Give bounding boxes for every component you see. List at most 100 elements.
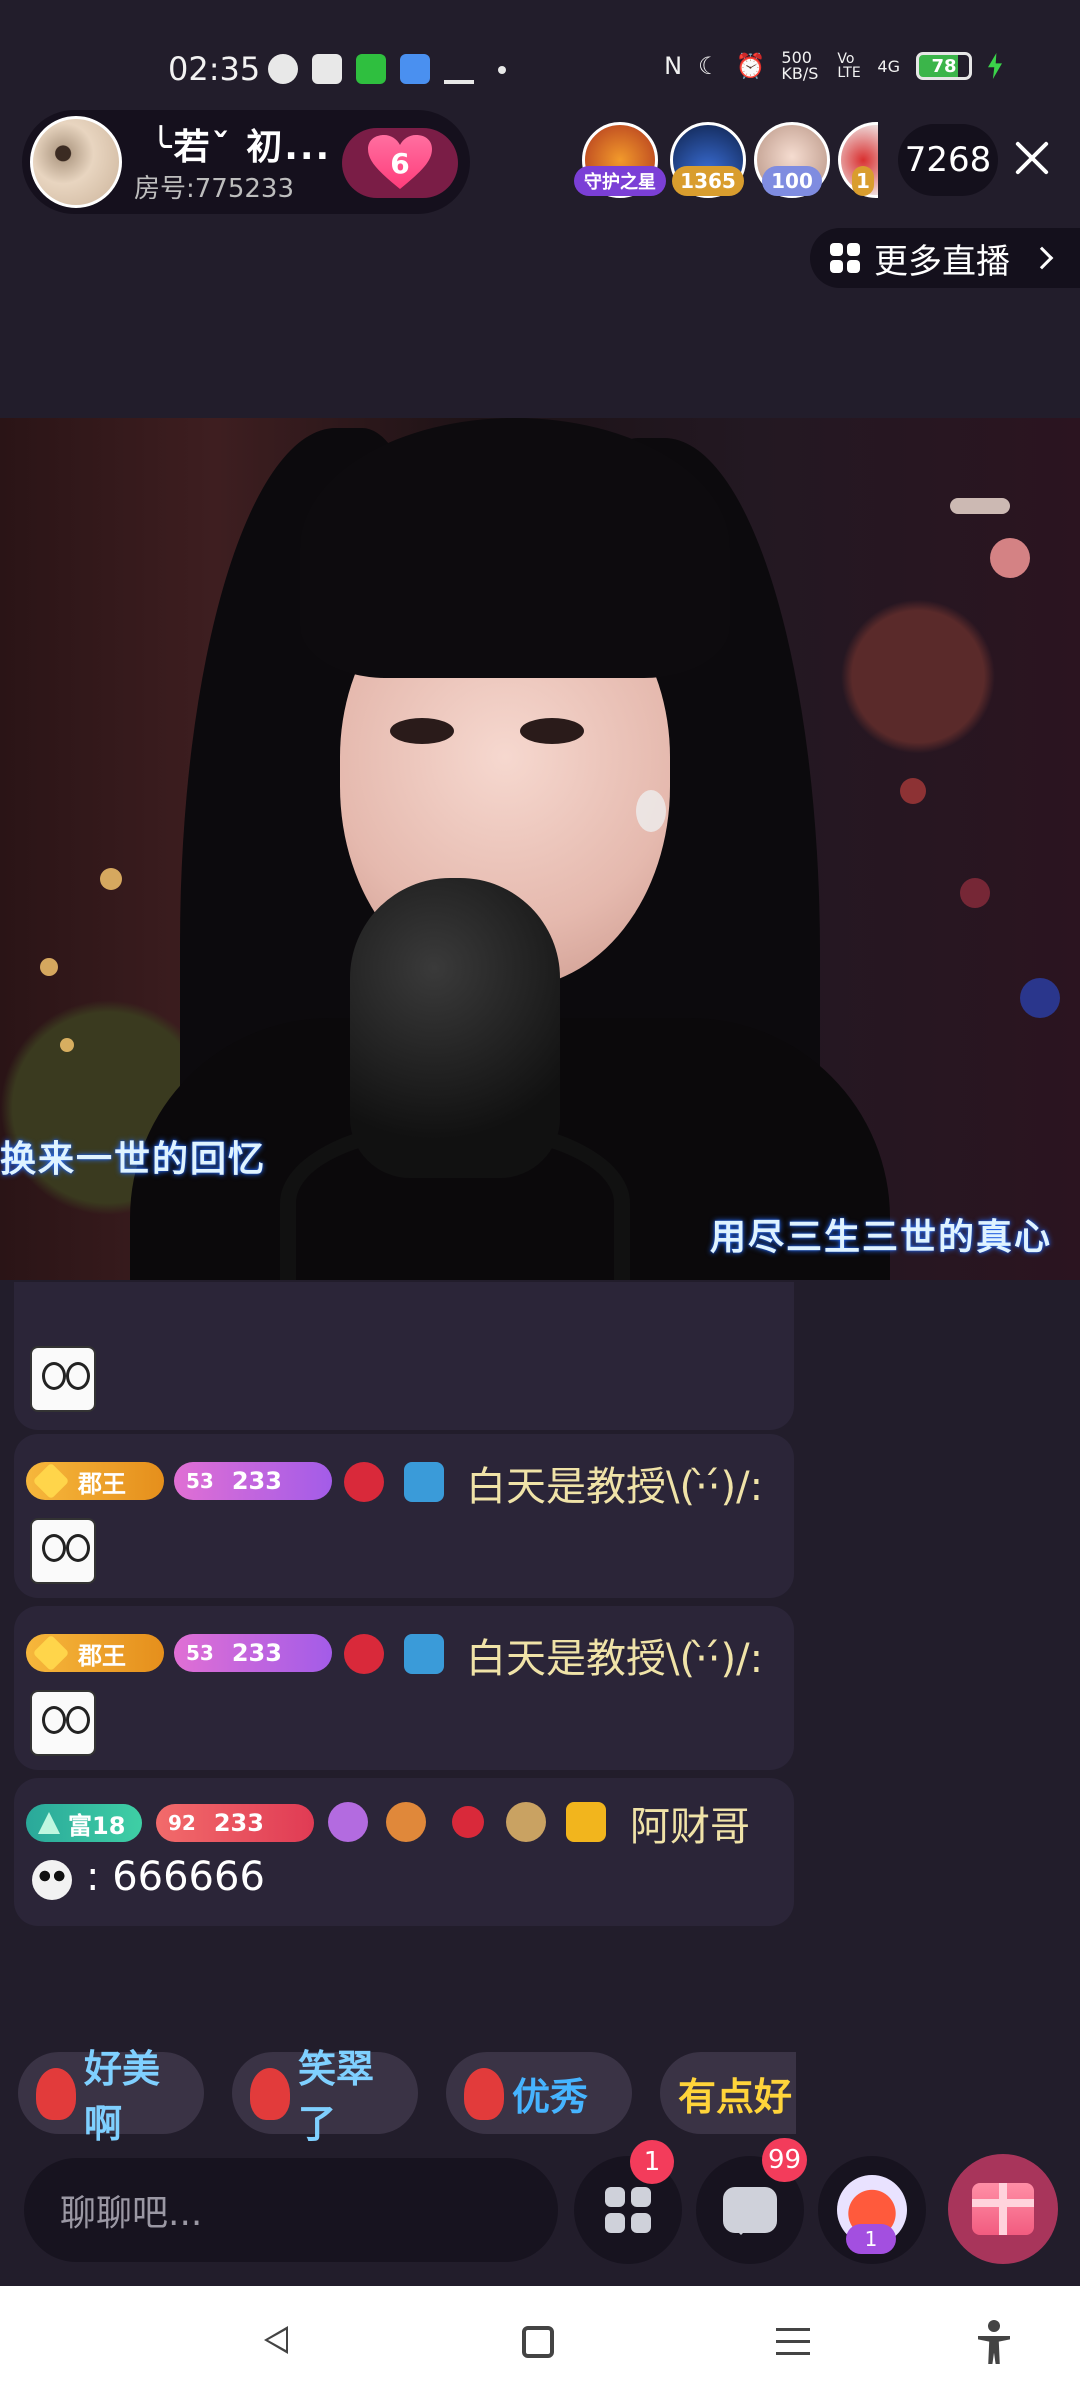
level-badge: 53 233 <box>174 1462 332 1500</box>
mascot-icon <box>250 2068 290 2120</box>
cube-icon <box>404 1462 444 1502</box>
rank-badge: 郡王 <box>26 1634 164 1672</box>
mascot-icon <box>464 2068 504 2120</box>
microphone <box>350 878 560 1178</box>
bokeh-light <box>40 958 58 976</box>
fan-badge-icon <box>344 1462 384 1502</box>
rank-badge-label: 郡王 <box>78 1469 126 1498</box>
level-value: 233 <box>231 1639 282 1667</box>
bokeh-light <box>100 868 122 890</box>
quick-reply-4[interactable]: 有点好 <box>660 2052 796 2134</box>
battery-icon: 78 <box>916 52 972 80</box>
chat-username[interactable]: 白天是教授\(·̀·́)/: <box>466 1626 763 1684</box>
lyric-left: 换来一世的回忆 <box>0 1139 267 1180</box>
volte-label: Vo LTE <box>837 51 861 81</box>
back-icon[interactable] <box>264 2326 288 2354</box>
more-live-button[interactable]: 更多直播 <box>810 228 1080 288</box>
profile-badge-icon <box>566 1802 606 1842</box>
earring <box>636 790 666 832</box>
charging-icon <box>988 53 1002 79</box>
follow-button[interactable]: 6 <box>342 128 458 198</box>
bokeh-light <box>990 538 1030 578</box>
quick-reply-label: 优秀 <box>512 2074 589 2119</box>
level-value: 233 <box>231 1467 282 1495</box>
messages-badge: 99 <box>762 2138 808 2182</box>
chat-message[interactable]: 郡王 53 233 白天是教授\(·̀·́)/: <box>14 1606 794 1770</box>
eye-badge-icon <box>452 1806 484 1838</box>
signal-icon: 4G <box>877 56 900 76</box>
sticker-icon <box>30 1346 96 1412</box>
viewer-count[interactable]: 7268 <box>898 124 998 196</box>
chat-username[interactable]: 白天是教授\(·̀·́)/: <box>466 1454 763 1512</box>
viewer-tag-2: 1365 <box>672 166 744 196</box>
crown-icon <box>32 1634 70 1672</box>
bokeh-light <box>960 878 990 908</box>
gift-icon <box>972 2183 1034 2235</box>
alarm-icon: ⏰ <box>735 52 766 80</box>
live-video[interactable]: 换来一世的回忆 用尽三生三世的真心 <box>0 418 1080 1280</box>
rank-badge-label: 郡王 <box>78 1641 126 1670</box>
app-icon-green <box>356 54 386 84</box>
rank-badge: 郡王 <box>26 1462 164 1500</box>
eye <box>520 718 584 744</box>
chat-message[interactable]: 郡王 53 233 白天是教授\(·̀·́)/: <box>14 1434 794 1598</box>
chat-input-placeholder: 聊聊吧... <box>60 2193 203 2234</box>
gift-button[interactable] <box>948 2154 1058 2264</box>
cube-icon <box>404 1634 444 1674</box>
lyric-right: 用尽三生三世的真心 <box>710 1217 1053 1258</box>
nfc-icon: N <box>664 52 683 80</box>
level-number: 53 <box>186 1469 214 1493</box>
shop-icon <box>312 54 342 84</box>
system-nav-bar <box>0 2286 1080 2400</box>
network-speed: 500 KB/S <box>781 48 819 83</box>
crown-icon <box>32 1462 70 1500</box>
chat-message[interactable]: 富18 92 233 阿财哥 : 666666 <box>14 1778 794 1926</box>
bokeh-light <box>950 498 1010 514</box>
host-avatar[interactable] <box>30 116 122 208</box>
quick-reply-label: 好美啊 <box>84 2047 161 2146</box>
quick-reply-3[interactable]: 优秀 <box>446 2052 632 2134</box>
status-bar: 02:35 N ☾ ⏰ 500 KB/S Vo LTE 4G 78 <box>0 0 1080 110</box>
panda-icon <box>32 1860 72 1900</box>
battery-level: 78 <box>931 55 957 77</box>
heart-icon: 6 <box>368 135 432 191</box>
chat-username[interactable]: 阿财哥 <box>630 1794 750 1852</box>
grid-icon <box>830 243 860 273</box>
rich-badge: 富18 <box>26 1804 142 1842</box>
facebook-icon <box>268 54 298 84</box>
quick-reply-label: 有点好 <box>678 2074 793 2119</box>
chat-message-partial <box>14 1282 794 1430</box>
host-card[interactable]: ╰若ˇ 初... 房号:775233 6 <box>22 110 470 214</box>
room-id: 房号:775233 <box>134 174 295 204</box>
more-live-label: 更多直播 <box>874 241 1010 282</box>
menu-icon[interactable] <box>776 2328 810 2364</box>
follow-count: 6 <box>390 146 410 180</box>
viewer-tag-3: 100 <box>762 166 822 196</box>
quick-reply-label: 笑翠了 <box>298 2047 375 2146</box>
close-icon[interactable] <box>1010 136 1054 180</box>
medal-badge-icon <box>386 1802 426 1842</box>
hair <box>300 418 730 678</box>
apps-icon <box>605 2187 651 2233</box>
rich-badge-label: 富18 <box>68 1811 126 1840</box>
bokeh-light <box>60 1038 74 1052</box>
accessibility-icon[interactable] <box>976 2320 1012 2366</box>
mascot-icon <box>36 2068 76 2120</box>
chat-text: : 666666 <box>86 1854 265 1900</box>
quick-reply-1[interactable]: 好美啊 <box>18 2047 204 2146</box>
sticker-icon <box>30 1690 96 1756</box>
eye <box>390 718 454 744</box>
dot-icon <box>498 66 506 74</box>
fan-badge-icon <box>344 1634 384 1674</box>
moon-icon: ☾ <box>698 52 720 80</box>
quick-reply-2[interactable]: 笑翠了 <box>232 2047 418 2146</box>
sticker-icon <box>30 1518 96 1584</box>
level-badge: 92 233 <box>156 1804 314 1842</box>
level-value: 233 <box>213 1809 264 1837</box>
home-icon[interactable] <box>522 2326 554 2358</box>
pk-level-badge: 1 <box>846 2224 896 2254</box>
download-icon <box>444 54 474 84</box>
viewer-tag-1: 守护之星 <box>574 166 666 196</box>
status-time: 02:35 <box>168 50 261 88</box>
chat-input[interactable]: 聊聊吧... <box>24 2158 558 2262</box>
